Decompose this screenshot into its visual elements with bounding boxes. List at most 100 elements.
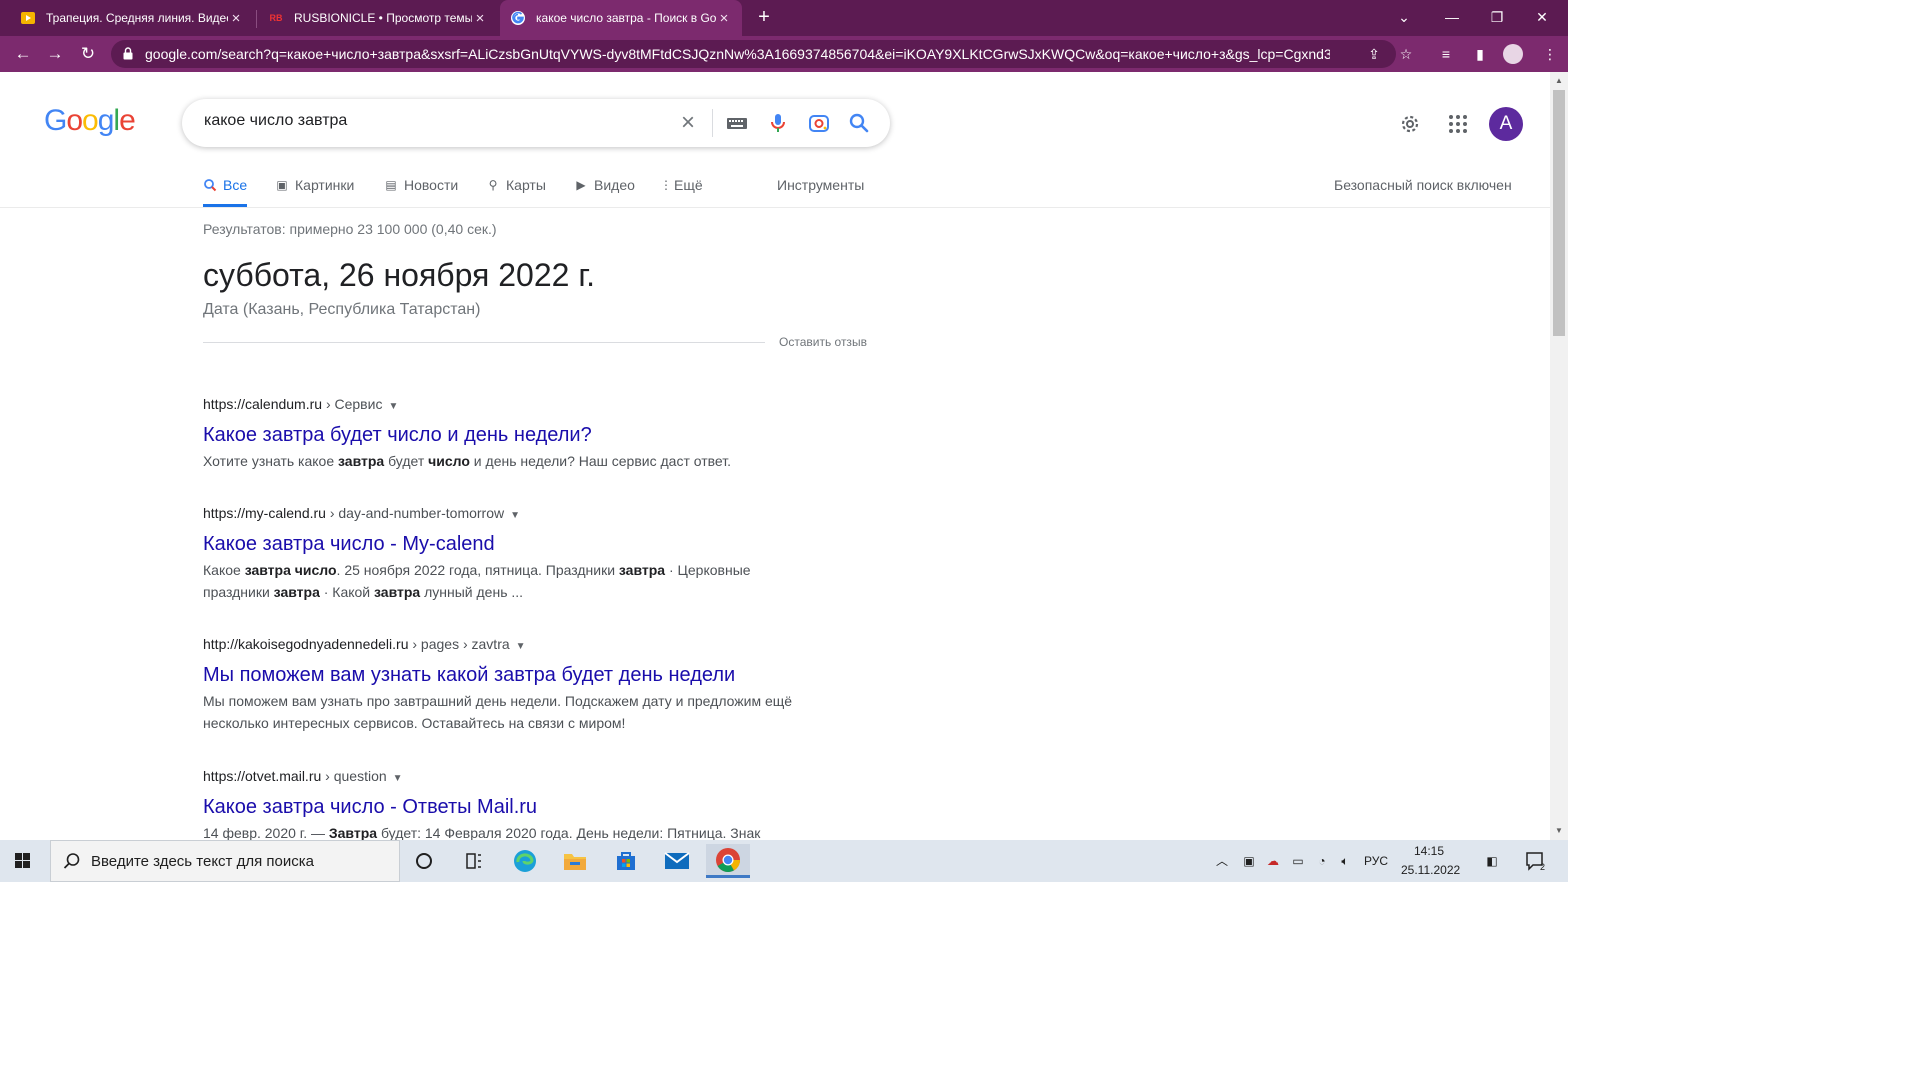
result-cite[interactable]: https://otvet.mail.ru › question ▼	[203, 766, 823, 786]
logo-letter: o	[82, 104, 99, 137]
clock-time[interactable]: 14:15	[1414, 844, 1444, 858]
close-tab-icon[interactable]: ×	[716, 10, 732, 27]
tools-button[interactable]: Инструменты	[777, 177, 864, 193]
safesearch-status[interactable]: Безопасный поиск включен	[1334, 177, 1512, 193]
image-icon: ▣	[276, 178, 288, 192]
result-cite[interactable]: https://my-calend.ru › day-and-number-to…	[203, 503, 823, 523]
chevron-down-icon[interactable]: ▼	[388, 397, 398, 417]
task-view-icon[interactable]	[454, 844, 494, 878]
tab-maps[interactable]: ⚲ Карты	[486, 177, 546, 207]
feedback-link[interactable]: Оставить отзыв	[779, 335, 867, 349]
result-title-link[interactable]: Какое завтра будет число и день недели?	[203, 422, 823, 448]
search-input[interactable]: какое число завтра	[204, 112, 347, 130]
address-bar[interactable]: google.com/search?q=какое+число+завтра&s…	[111, 40, 1412, 68]
close-tab-icon[interactable]: ×	[472, 10, 488, 27]
bookmark-star-icon[interactable]: ☆	[1397, 45, 1415, 63]
chevron-down-icon[interactable]: ▼	[393, 769, 403, 789]
result-snippet: Мы поможем вам узнать про завтрашний ден…	[203, 690, 813, 734]
result-cite[interactable]: https://calendum.ru › Сервис ▼	[203, 394, 823, 414]
news-icon: ▤	[385, 178, 397, 192]
windows-start-icon[interactable]	[6, 848, 38, 874]
side-panel-icon[interactable]: ▮	[1470, 44, 1490, 64]
snippet-text: · Какой	[319, 584, 375, 600]
chevron-down-icon[interactable]: ▼	[510, 506, 520, 526]
close-window-icon[interactable]: ✕	[1530, 6, 1554, 28]
clock-date[interactable]: 25.11.2022	[1401, 863, 1460, 877]
cortana-icon[interactable]	[404, 844, 444, 878]
tab-news[interactable]: ▤ Новости	[384, 177, 458, 207]
chrome-menu-icon[interactable]: ⋮	[1540, 44, 1560, 64]
scroll-up-icon[interactable]: ▲	[1554, 76, 1564, 86]
lock-icon[interactable]	[123, 47, 133, 60]
browser-tab-active[interactable]: какое число завтра - Поиск в Google ×	[500, 0, 742, 36]
tab-images[interactable]: ▣ Картинки	[275, 177, 354, 207]
browser-tab[interactable]: RB RUSBIONICLE • Просмотр темы ×	[258, 4, 498, 32]
new-tab-button[interactable]: +	[753, 6, 775, 28]
map-pin-icon: ⚲	[488, 178, 498, 192]
battery-icon[interactable]: ▭	[1288, 852, 1308, 870]
scroll-thumb[interactable]	[1553, 90, 1565, 336]
google-lens-icon[interactable]	[807, 111, 831, 135]
account-avatar[interactable]: A	[1489, 107, 1523, 141]
close-tab-icon[interactable]: ×	[228, 10, 244, 27]
google-logo[interactable]: Google	[44, 104, 136, 138]
scroll-down-icon[interactable]: ▼	[1554, 826, 1564, 836]
edge-icon[interactable]	[505, 844, 545, 878]
chevron-down-icon[interactable]: ▼	[516, 637, 526, 657]
forward-arrow-icon[interactable]: →	[44, 43, 66, 65]
store-icon[interactable]	[606, 844, 646, 878]
reading-list-icon[interactable]: ≡	[1436, 44, 1456, 64]
url-text[interactable]: google.com/search?q=какое+число+завтра&s…	[145, 46, 1330, 62]
minimize-icon[interactable]: —	[1440, 6, 1464, 28]
tab-more[interactable]: ⋮ Ещё	[660, 177, 703, 207]
tab-search-chevron-icon[interactable]: ⌄	[1392, 6, 1416, 28]
clear-icon[interactable]: ×	[676, 111, 700, 135]
result-path: › question	[321, 768, 387, 784]
tab-all[interactable]: Все	[203, 177, 248, 207]
mail-icon[interactable]	[657, 844, 697, 878]
result-path: › Сервис	[322, 396, 383, 412]
wifi-icon[interactable]: ◔	[1313, 852, 1331, 870]
meet-now-badge-icon[interactable]: ◧	[1480, 852, 1504, 870]
file-explorer-icon[interactable]	[555, 844, 595, 878]
result-title-link[interactable]: Какое завтра число - Ответы Mail.ru	[203, 794, 823, 820]
taskbar-search-box[interactable]: Введите здесь текст для поиска	[50, 840, 400, 882]
logo-letter: g	[97, 104, 115, 137]
browser-tab[interactable]: Трапеция. Средняя линия. Видео ×	[10, 4, 254, 32]
meet-now-icon[interactable]: ▣	[1240, 852, 1258, 870]
result-title-link[interactable]: Мы поможем вам узнать какой завтра будет…	[203, 662, 823, 688]
search-result: https://calendum.ru › Сервис ▼ Какое завт…	[203, 394, 823, 472]
chevron-up-icon[interactable]: ︿	[1213, 852, 1231, 870]
google-results-page: Google какое число завтра × A Все ▣ Карти…	[0, 72, 1550, 840]
taskbar-search-placeholder[interactable]: Введите здесь текст для поиска	[91, 853, 314, 870]
result-snippet: 14 февр. 2020 г. — Завтра будет: 14 Февр…	[203, 822, 823, 840]
result-title-link[interactable]: Какое завтра число - My-calend	[203, 531, 823, 557]
tab-label: Видео	[594, 177, 635, 193]
language-indicator[interactable]: РУС	[1362, 852, 1390, 870]
restore-icon[interactable]: ❐	[1485, 6, 1509, 28]
volume-icon[interactable]: 🔈︎	[1336, 852, 1354, 870]
video-icon: ▶	[576, 178, 586, 192]
keyboard-icon[interactable]	[725, 111, 749, 135]
notification-center-icon[interactable]: 2	[1524, 850, 1548, 872]
chrome-icon[interactable]	[706, 844, 750, 878]
onedrive-error-icon[interactable]: ☁	[1263, 852, 1283, 870]
share-icon[interactable]: ⇪	[1365, 45, 1383, 63]
result-site: https://otvet.mail.ru	[203, 768, 322, 784]
result-site: https://my-calend.ru	[203, 505, 326, 521]
logo-letter: e	[119, 104, 136, 137]
snippet-text: Хотите узнать какое	[203, 453, 339, 469]
apps-grid-icon[interactable]	[1446, 112, 1470, 136]
page-scrollbar[interactable]: ▲ ▼	[1550, 72, 1568, 840]
search-box[interactable]: какое число завтра ×	[182, 99, 890, 147]
result-cite[interactable]: http://kakoisegodnyadennedeli.ru › pages…	[203, 634, 823, 654]
result-path: › pages › zavtra	[408, 636, 510, 652]
settings-gear-icon[interactable]	[1398, 112, 1422, 136]
search-icon[interactable]	[847, 111, 871, 135]
back-arrow-icon[interactable]: ←	[12, 43, 34, 65]
tab-video[interactable]: ▶ Видео	[574, 177, 635, 207]
microphone-icon[interactable]	[766, 111, 790, 135]
reload-icon[interactable]: ↻	[77, 43, 99, 65]
more-vert-icon: ⋮	[660, 178, 672, 192]
browser-profile-avatar[interactable]	[1503, 44, 1523, 64]
